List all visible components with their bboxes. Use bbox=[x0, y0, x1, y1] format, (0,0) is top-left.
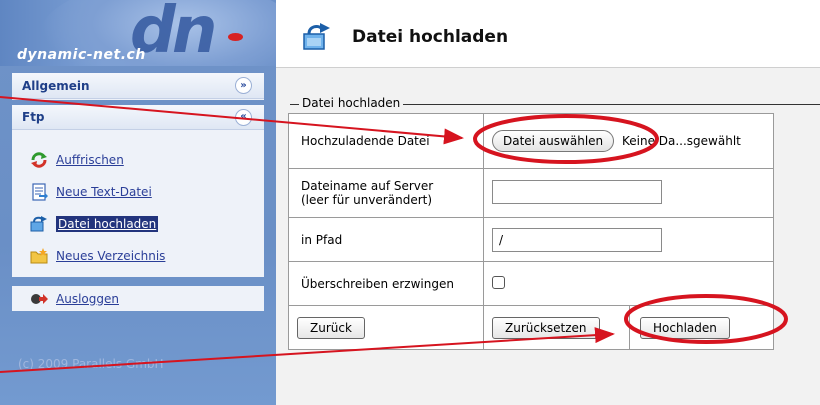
sidebar-item-label[interactable]: Neue Text-Datei bbox=[56, 185, 152, 199]
filename-input[interactable] bbox=[492, 179, 662, 204]
section-title-ftp: Ftp bbox=[22, 110, 45, 124]
logo: dn dynamic-net.ch bbox=[0, 0, 276, 66]
overwrite-label: Überschreiben erzwingen bbox=[288, 261, 484, 306]
refresh-icon bbox=[30, 151, 48, 169]
section-allgemein[interactable]: Allgemein » bbox=[12, 73, 264, 100]
logout-icon bbox=[30, 292, 48, 306]
logout-link[interactable]: Ausloggen bbox=[56, 292, 119, 306]
overwrite-cell bbox=[483, 261, 774, 306]
back-button[interactable]: Zurück bbox=[297, 316, 365, 339]
new-text-file-icon bbox=[30, 183, 48, 201]
reset-button[interactable]: Zurücksetzen bbox=[492, 316, 600, 339]
sidebar-item-refresh[interactable]: Auffrischen bbox=[30, 144, 264, 176]
upload-form: Hochzuladende Datei Datei auswählen Kein… bbox=[288, 113, 774, 350]
back-cell: Zurück bbox=[288, 305, 484, 350]
logo-text: dynamic-net.ch bbox=[17, 47, 146, 63]
file-cell: Datei auswählen Keine Da...sgewählt bbox=[483, 113, 774, 169]
sidebar-item-label[interactable]: Neues Verzeichnis bbox=[56, 249, 165, 263]
sidebar-item-new-text-file[interactable]: Neue Text-Datei bbox=[30, 176, 264, 208]
file-status: Keine Da...sgewählt bbox=[621, 134, 741, 148]
filename-label-line1: Dateiname auf Server bbox=[301, 179, 434, 193]
section-header-allgemein[interactable]: Allgemein » bbox=[12, 73, 264, 99]
actions-cell: Zurücksetzen Hochladen bbox=[483, 305, 774, 350]
page-header: Datei hochladen bbox=[276, 0, 820, 68]
section-ftp: Ftp « Auffrischen Neue Text-Datei Datei … bbox=[12, 105, 264, 277]
collapse-chevron-icon[interactable]: « bbox=[235, 108, 252, 126]
filename-label-line2: (leer für unverändert) bbox=[301, 193, 433, 207]
section-logout: Ausloggen bbox=[12, 286, 264, 311]
upload-cell: Hochladen bbox=[629, 306, 730, 349]
upload-file-icon bbox=[302, 22, 332, 52]
new-folder-icon bbox=[30, 247, 48, 265]
reset-cell: Zurücksetzen bbox=[484, 316, 629, 339]
file-label: Hochzuladende Datei bbox=[288, 113, 484, 169]
fieldset-legend: Datei hochladen bbox=[299, 96, 404, 110]
path-cell: / bbox=[483, 217, 774, 262]
filename-cell bbox=[483, 168, 774, 218]
sidebar-item-label[interactable]: Auffrischen bbox=[56, 153, 124, 167]
path-label: in Pfad bbox=[288, 217, 484, 262]
upload-button[interactable]: Hochladen bbox=[640, 316, 730, 339]
expand-chevron-icon[interactable]: » bbox=[235, 77, 252, 94]
main-panel: Datei hochladen Datei hochladen Hochzula… bbox=[276, 0, 820, 405]
copyright-text: (c) 2009 Parallels GmbH bbox=[18, 357, 164, 371]
section-title-allgemein: Allgemein bbox=[22, 78, 90, 93]
path-input[interactable]: / bbox=[492, 227, 662, 252]
logo-dot bbox=[228, 33, 243, 41]
ftp-nav-list: Auffrischen Neue Text-Datei Datei hochla… bbox=[12, 130, 264, 272]
sidebar: dn dynamic-net.ch Allgemein » Ftp « Auff… bbox=[0, 0, 276, 405]
choose-file-button[interactable]: Datei auswählen bbox=[492, 130, 615, 152]
filename-label: Dateiname auf Server (leer für unverände… bbox=[288, 168, 484, 218]
section-header-ftp[interactable]: Ftp « bbox=[12, 105, 264, 130]
sidebar-item-label[interactable]: Datei hochladen bbox=[56, 216, 159, 232]
page-title: Datei hochladen bbox=[352, 27, 509, 47]
overwrite-checkbox[interactable] bbox=[492, 275, 505, 289]
upload-file-icon bbox=[30, 215, 48, 233]
sidebar-item-new-folder[interactable]: Neues Verzeichnis bbox=[30, 240, 264, 272]
logout-item[interactable]: Ausloggen bbox=[12, 286, 264, 311]
sidebar-item-upload-file[interactable]: Datei hochladen bbox=[30, 208, 264, 240]
